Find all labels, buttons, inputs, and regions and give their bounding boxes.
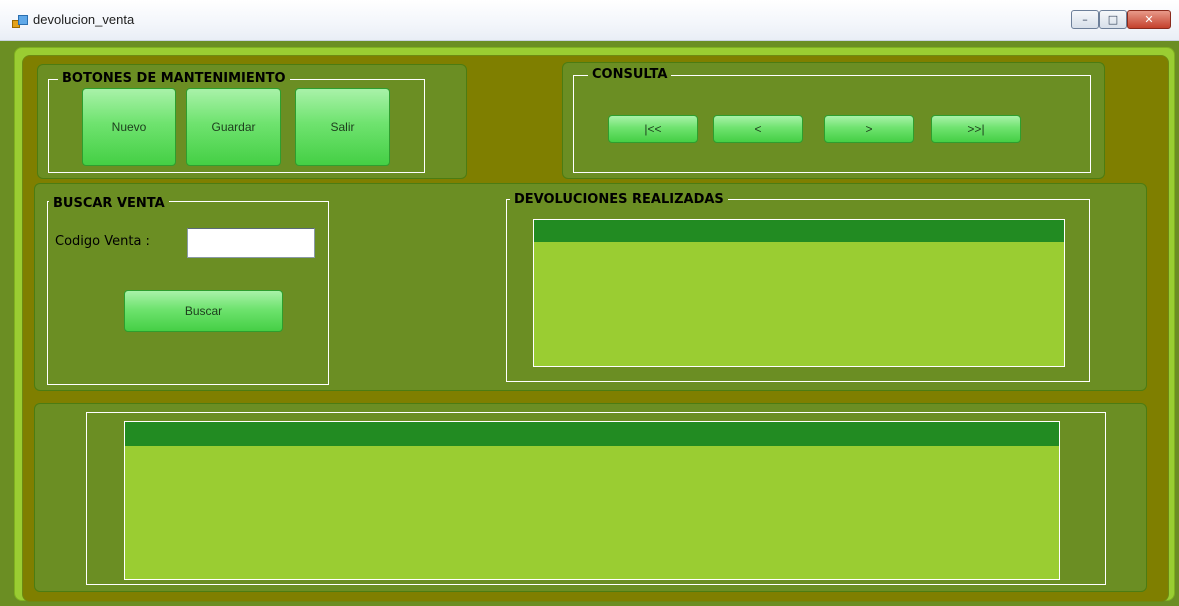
window-title: devolucion_venta bbox=[33, 12, 135, 27]
detalle-grid[interactable] bbox=[124, 421, 1060, 580]
mantenimiento-panel: BOTONES DE MANTENIMIENTO Nuevo Guardar S… bbox=[37, 64, 467, 179]
minimize-button[interactable]: – bbox=[1071, 10, 1099, 29]
consulta-panel: CONSULTA |<< < > >>| bbox=[562, 62, 1105, 179]
devoluciones-grid[interactable] bbox=[533, 219, 1065, 367]
salir-button[interactable]: Salir bbox=[295, 88, 390, 166]
guardar-button[interactable]: Guardar bbox=[186, 88, 281, 166]
busqueda-panel: BUSCAR VENTA Codigo Venta : Buscar DEVOL… bbox=[34, 183, 1147, 391]
previous-record-button[interactable]: < bbox=[713, 115, 803, 143]
next-record-button[interactable]: > bbox=[824, 115, 914, 143]
app-icon bbox=[12, 14, 28, 28]
mantenimiento-title: BOTONES DE MANTENIMIENTO bbox=[58, 71, 290, 87]
nuevo-button[interactable]: Nuevo bbox=[82, 88, 176, 166]
codigo-venta-input[interactable] bbox=[187, 228, 315, 258]
detalle-grid-header bbox=[125, 422, 1059, 446]
first-record-button[interactable]: |<< bbox=[608, 115, 698, 143]
close-button[interactable]: ✕ bbox=[1127, 10, 1171, 29]
detalle-panel bbox=[34, 403, 1147, 592]
consulta-title: CONSULTA bbox=[588, 67, 672, 83]
devoluciones-title: DEVOLUCIONES REALIZADAS bbox=[510, 192, 728, 208]
buscar-button[interactable]: Buscar bbox=[124, 290, 283, 332]
window-titlebar[interactable]: devolucion_venta – □ ✕ bbox=[0, 0, 1179, 41]
codigo-venta-label: Codigo Venta : bbox=[55, 234, 150, 249]
last-record-button[interactable]: >>| bbox=[931, 115, 1021, 143]
devoluciones-grid-header bbox=[534, 220, 1064, 242]
buscar-venta-title: BUSCAR VENTA bbox=[49, 196, 169, 212]
maximize-button[interactable]: □ bbox=[1099, 10, 1127, 29]
